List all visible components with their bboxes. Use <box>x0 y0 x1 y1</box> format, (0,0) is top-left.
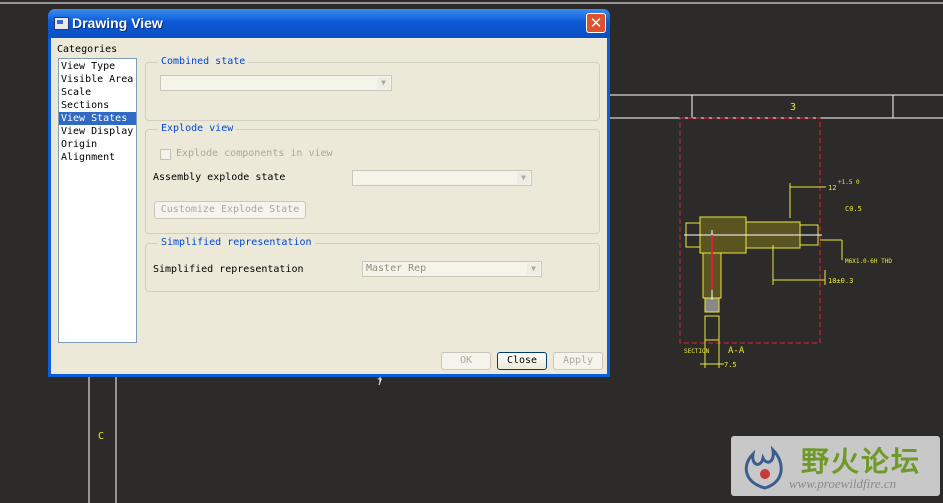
dialog-client-area: Categories View Type Visible Area Scale Sec… <box>51 38 607 374</box>
assembly-explode-select[interactable]: ▼ <box>352 170 532 186</box>
category-item-alignment[interactable]: Alignment <box>59 151 136 164</box>
simplified-rep-select[interactable]: Master Rep ▼ <box>362 261 542 277</box>
dialog-title: Drawing View <box>72 15 163 31</box>
customize-explode-button[interactable]: Customize Explode State <box>154 201 306 219</box>
chevron-down-icon[interactable]: ▼ <box>377 77 390 89</box>
category-item-scale[interactable]: Scale <box>59 86 136 99</box>
zone-label-3: 3 <box>790 102 796 113</box>
explode-view-group: Explode view Explode components in view … <box>145 123 600 234</box>
drawing-view-dialog: Drawing View ✕ Categories View Type Visib… <box>48 9 610 377</box>
close-button[interactable]: Close <box>497 352 547 370</box>
simplified-rep-value: Master Rep <box>366 263 427 274</box>
simplified-rep-label: Simplified representation <box>153 264 304 275</box>
zone-label-7: 7 <box>377 378 382 388</box>
dialog-title-bar[interactable]: Drawing View ✕ <box>48 9 610 38</box>
chevron-down-icon[interactable]: ▼ <box>517 172 530 184</box>
categories-label: Categories <box>57 44 118 55</box>
category-item-view-type[interactable]: View Type <box>59 60 136 73</box>
assembly-explode-label: Assembly explode state <box>153 172 286 183</box>
section-id: A-A <box>728 346 745 356</box>
category-item-origin[interactable]: Origin <box>59 138 136 151</box>
section-word: SECTION <box>684 348 710 355</box>
apply-button[interactable]: Apply <box>553 352 603 370</box>
categories-list[interactable]: View Type Visible Area Scale Sections View S… <box>58 58 137 343</box>
category-item-sections[interactable]: Sections <box>59 99 136 112</box>
chevron-down-icon[interactable]: ▼ <box>527 263 540 275</box>
dim-bottom: 7.5 <box>724 361 737 369</box>
combined-state-group: Combined state ▼ <box>145 56 600 121</box>
category-item-visible-area[interactable]: Visible Area <box>59 73 136 86</box>
thread-note: M6X1.0-6H THD <box>845 258 892 265</box>
dim-tolerance: +1.5 0 <box>838 179 860 186</box>
simplified-rep-group: Simplified representation Simplified rep… <box>145 237 600 292</box>
dim-length: 18±0.3 <box>828 277 853 285</box>
watermark-url: www.proewildfire.cn <box>789 476 897 491</box>
watermark-chinese: 野火论坛 <box>801 445 922 478</box>
combined-state-select[interactable]: ▼ <box>160 75 392 91</box>
zone-label-c: C <box>98 431 104 442</box>
combined-state-legend: Combined state <box>158 56 249 67</box>
forum-watermark: 野火论坛 www.proewildfire.cn <box>731 436 940 496</box>
dim-top: 12 <box>828 184 836 192</box>
simplified-rep-legend: Simplified representation <box>158 237 315 248</box>
explode-view-legend: Explode view <box>158 123 237 134</box>
dialog-app-icon <box>54 17 69 30</box>
category-item-view-states[interactable]: View States <box>59 112 136 125</box>
explode-components-checkbox[interactable] <box>160 149 171 160</box>
ok-button[interactable]: OK <box>441 352 491 370</box>
close-icon[interactable]: ✕ <box>586 13 606 33</box>
explode-components-label: Explode components in view <box>176 148 333 159</box>
section-view-a-a: 12 +1.5 0 C0.5 M6X1.0-6H THD 18±0.3 SECT… <box>679 117 892 369</box>
flame-logo-icon <box>744 445 783 490</box>
category-item-view-display[interactable]: View Display <box>59 125 136 138</box>
chamfer-note: C0.5 <box>845 205 862 213</box>
